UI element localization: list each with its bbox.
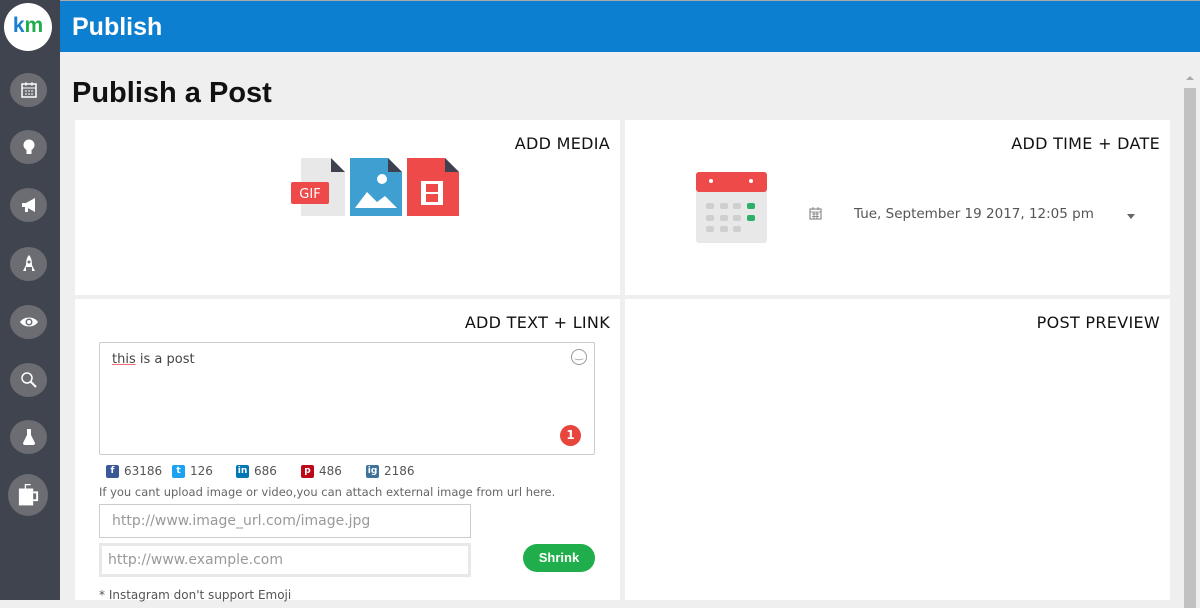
flask-icon <box>19 427 39 447</box>
facebook-count-value: 63186 <box>124 464 162 478</box>
pinterest-count-value: 486 <box>319 464 342 478</box>
small-calendar-icon <box>809 207 822 220</box>
instagram-count: ig 2186 <box>366 464 415 478</box>
image-upload-icon[interactable] <box>350 158 402 216</box>
calendar-illustration-icon <box>696 172 768 244</box>
sidebar-item-campaigns[interactable] <box>10 188 47 222</box>
scroll-up-icon[interactable] <box>1186 76 1194 80</box>
gif-upload-icon[interactable]: GIF <box>291 158 345 216</box>
search-icon <box>19 370 39 390</box>
chevron-down-icon[interactable] <box>1127 214 1135 219</box>
page-title: Publish a Post <box>72 77 272 110</box>
post-preview-panel: POST PREVIEW <box>625 299 1170 600</box>
external-url-hint: If you cant upload image or video,you ca… <box>99 485 555 499</box>
sidebar-item-search[interactable] <box>10 363 47 397</box>
add-time-panel: ADD TIME + DATE Tue, September 19 2017, … <box>625 120 1170 295</box>
facebook-count: f 63186 <box>106 464 162 478</box>
sidebar: km <box>0 0 60 600</box>
app-header: Publish <box>60 0 1200 52</box>
image-url-input[interactable]: http://www.image_url.com/image.jpg <box>99 504 471 538</box>
logo-m: m <box>25 14 44 37</box>
media-type-icons: GIF <box>291 156 461 218</box>
linkedin-icon: in <box>236 465 249 478</box>
megaphone-icon <box>19 195 39 215</box>
sidebar-item-coffee[interactable] <box>8 474 48 516</box>
rocket-icon <box>19 254 39 274</box>
eye-icon <box>19 312 39 332</box>
sidebar-item-launch[interactable] <box>10 247 47 281</box>
scrollbar-thumb[interactable] <box>1184 88 1196 608</box>
logo-k: k <box>13 14 25 37</box>
add-media-panel: ADD MEDIA GIF <box>75 120 620 295</box>
shrink-button[interactable]: Shrink <box>523 544 595 572</box>
calendar-icon <box>19 80 39 100</box>
post-text-input[interactable]: this is a post ‿ 1 <box>99 342 595 455</box>
twitter-count-value: 126 <box>190 464 213 478</box>
link-url-input[interactable]: http://www.example.com <box>99 543 471 577</box>
add-text-title: ADD TEXT + LINK <box>465 313 610 332</box>
sidebar-item-ideas[interactable] <box>10 130 47 164</box>
twitter-count: t 126 <box>172 464 213 478</box>
linkedin-count: in 686 <box>236 464 277 478</box>
mug-icon <box>15 482 41 508</box>
instagram-count-value: 2186 <box>384 464 415 478</box>
facebook-icon: f <box>106 465 119 478</box>
vertical-scrollbar[interactable] <box>1183 73 1197 600</box>
emoji-icon[interactable]: ‿ <box>571 349 587 365</box>
app-logo[interactable]: km <box>4 3 52 51</box>
post-preview-title: POST PREVIEW <box>1037 313 1160 332</box>
datetime-picker[interactable]: Tue, September 19 2017, 12:05 pm <box>854 206 1094 222</box>
add-media-title: ADD MEDIA <box>515 134 610 153</box>
video-upload-icon[interactable] <box>407 158 459 216</box>
pinterest-count: p 486 <box>301 464 342 478</box>
linkedin-count-value: 686 <box>254 464 277 478</box>
instagram-icon: ig <box>366 465 379 478</box>
twitter-icon: t <box>172 465 185 478</box>
post-text-misspelled: this <box>112 352 136 367</box>
character-count-badge: 1 <box>560 425 581 446</box>
sidebar-item-monitor[interactable] <box>10 305 47 339</box>
sidebar-item-lab[interactable] <box>10 420 47 454</box>
add-text-panel: ADD TEXT + LINK this is a post ‿ 1 f 6318… <box>75 299 620 600</box>
post-text-rest: is a post <box>136 352 195 367</box>
add-time-title: ADD TIME + DATE <box>1011 134 1160 153</box>
gif-label: GIF <box>299 187 320 202</box>
pinterest-icon: p <box>301 465 314 478</box>
header-title: Publish <box>72 13 162 42</box>
sidebar-item-calendar[interactable] <box>10 73 47 107</box>
lightbulb-icon <box>19 137 39 157</box>
